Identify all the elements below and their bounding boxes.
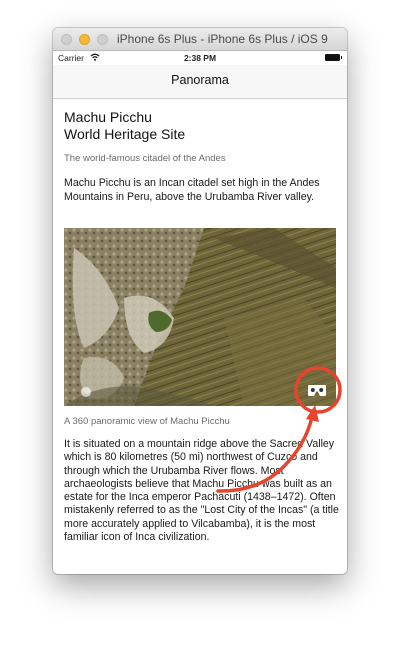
article-body: It is situated on a mountain ridge above… xyxy=(64,438,339,544)
nav-title: Panorama xyxy=(171,73,229,87)
heading-line-2: World Heritage Site xyxy=(64,126,186,142)
panorama-caption: A 360 panoramic view of Machu Picchu xyxy=(64,416,230,427)
simulator-window: iPhone 6s Plus - iPhone 6s Plus / iOS 9 … xyxy=(53,28,347,574)
window-title: iPhone 6s Plus - iPhone 6s Plus / iOS 9 xyxy=(117,32,328,46)
minimize-window-button[interactable] xyxy=(79,34,90,45)
status-time: 2:38 PM xyxy=(183,53,217,63)
panorama-image xyxy=(64,228,336,406)
cardboard-vr-icon[interactable] xyxy=(307,381,327,399)
heading-line-1: Machu Picchu xyxy=(64,109,152,125)
article-heading: Machu Picchu World Heritage Site xyxy=(64,109,336,143)
panorama-view[interactable] xyxy=(64,228,336,406)
article-subtitle: The world-famous citadel of the Andes xyxy=(64,153,226,164)
navigation-bar: Panorama xyxy=(53,65,347,99)
close-window-button[interactable] xyxy=(61,34,72,45)
article-intro: Machu Picchu is an Incan citadel set hig… xyxy=(64,177,320,203)
battery-icon xyxy=(325,54,342,61)
zoom-window-button[interactable] xyxy=(97,34,108,45)
ios-status-bar: Carrier 2:38 PM xyxy=(53,51,347,65)
window-titlebar[interactable]: iPhone 6s Plus - iPhone 6s Plus / iOS 9 xyxy=(53,28,347,51)
info-icon[interactable] xyxy=(81,387,91,397)
